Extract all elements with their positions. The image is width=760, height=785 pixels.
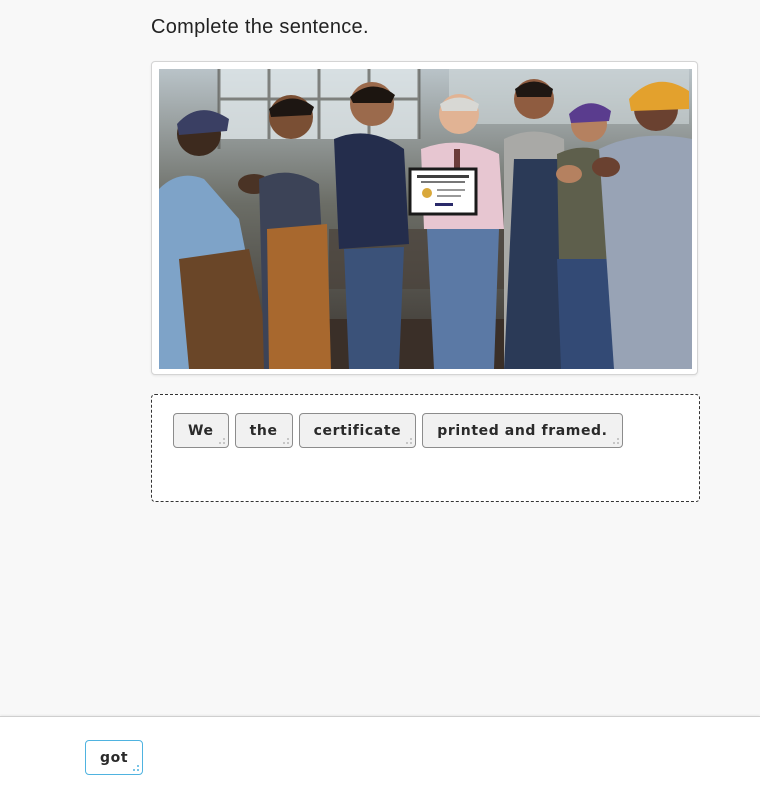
drag-handle-icon xyxy=(612,438,619,444)
word-bank-tile-got[interactable]: got xyxy=(85,740,144,775)
word-bank-tray: got xyxy=(0,716,760,785)
word-tile-label: We xyxy=(188,422,214,439)
drag-handle-icon xyxy=(282,438,289,444)
word-tile-we[interactable]: We xyxy=(173,413,229,448)
word-tile-printed-and-framed[interactable]: printed and framed. xyxy=(422,413,623,448)
question-image xyxy=(151,61,698,375)
workers-celebrating-photo xyxy=(159,69,692,369)
instruction-text: Complete the sentence. xyxy=(151,16,369,38)
word-tile-label: certificate xyxy=(313,422,402,439)
word-tile-label: got xyxy=(100,749,129,766)
answer-tile-row: We the certificate printed and framed. xyxy=(173,413,623,448)
drag-handle-icon xyxy=(133,765,140,771)
word-tile-the[interactable]: the xyxy=(234,413,293,448)
word-tile-label: the xyxy=(249,422,278,439)
word-tile-certificate[interactable]: certificate xyxy=(298,413,417,448)
sentence-answer-area[interactable]: We the certificate printed and framed. xyxy=(151,394,700,502)
drag-handle-icon xyxy=(218,438,225,444)
word-tile-label: printed and framed. xyxy=(437,422,608,439)
drag-handle-icon xyxy=(406,438,413,444)
